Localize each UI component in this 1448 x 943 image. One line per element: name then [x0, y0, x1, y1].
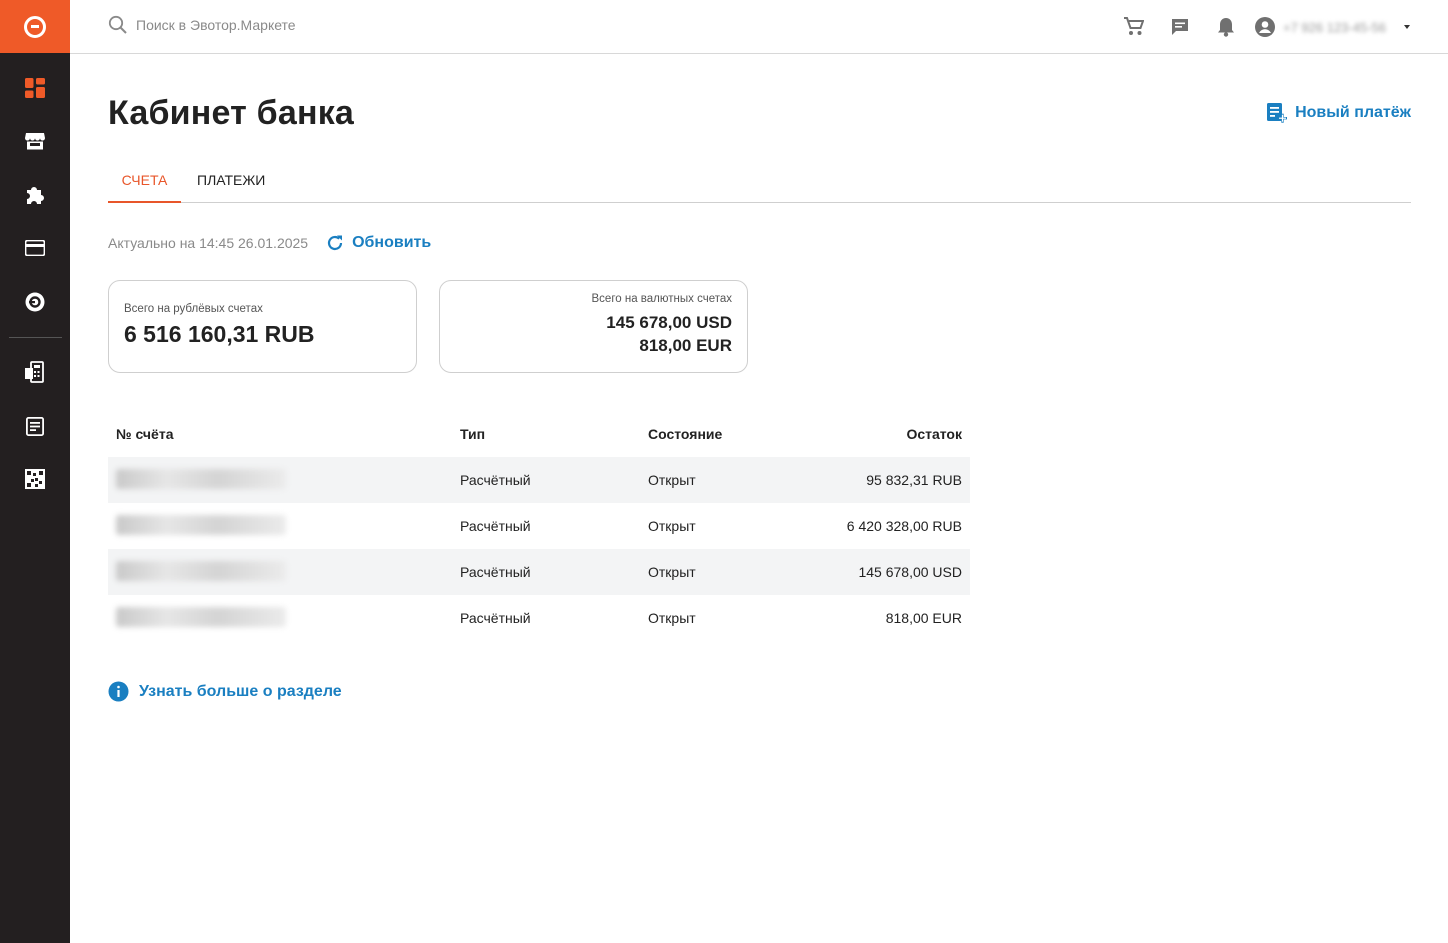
table-header: № счёта Тип Состояние Остаток	[108, 411, 970, 457]
chat-icon	[1171, 19, 1188, 35]
table-row[interactable]: Расчётный Открыт 145 678,00 USD	[108, 549, 970, 595]
accounts-table: № счёта Тип Состояние Остаток Расчётный …	[108, 411, 970, 641]
column-account: № счёта	[116, 426, 174, 442]
account-state: Открыт	[648, 610, 696, 626]
new-payment-label: Новый платёж	[1295, 104, 1411, 121]
column-type: Тип	[460, 426, 486, 442]
currency-total-card: Всего на валютных счетах 145 678,00 USD …	[439, 280, 748, 373]
rub-total-card: Всего на рублёвых счетах 6 516 160,31 RU…	[108, 280, 417, 373]
blurred-account-number	[116, 606, 286, 627]
account-balance: 95 832,31 RUB	[866, 472, 962, 488]
chevron-down-icon	[1404, 25, 1410, 29]
info-icon	[108, 681, 129, 702]
account-number	[108, 468, 460, 492]
table-row[interactable]: Расчётный Открыт 818,00 EUR	[108, 595, 970, 641]
account-icon	[1254, 17, 1275, 37]
learn-more-link[interactable]: Узнать больше о разделе	[108, 681, 342, 702]
refresh-label: Обновить	[352, 234, 432, 251]
add-document-icon	[1267, 103, 1288, 123]
tab-accounts[interactable]: СЧЕТА	[108, 158, 181, 203]
table-row[interactable]: Расчётный Открыт 95 832,31 RUB	[108, 457, 970, 503]
receipt-icon	[26, 416, 44, 436]
rub-total-value: 6 516 160,31 RUB	[124, 321, 315, 347]
account-balance: 6 420 328,00 RUB	[846, 518, 962, 534]
sidebar-item-dashboard[interactable]	[0, 68, 70, 108]
account-number	[108, 560, 460, 584]
search-box[interactable]: Поиск в Эвотор.Маркете	[108, 15, 296, 35]
sidebar-item-apps[interactable]	[0, 175, 70, 215]
search-input[interactable]: Поиск в Эвотор.Маркете	[136, 17, 296, 33]
sidebar	[0, 0, 70, 943]
currency-total-label: Всего на валютных счетах	[591, 293, 733, 305]
user-menu[interactable]: +7 926 123-45-56	[1254, 17, 1410, 37]
tabs: СЧЕТА ПЛАТЕЖИ	[108, 158, 1411, 203]
sidebar-item-store[interactable]	[0, 121, 70, 161]
sidebar-item-documents[interactable]	[0, 406, 70, 446]
account-state: Открыт	[648, 472, 696, 488]
eur-total-value: 818,00 EUR	[639, 336, 732, 355]
account-state: Открыт	[648, 564, 696, 580]
new-payment-button[interactable]: Новый платёж	[1266, 102, 1411, 124]
account-type: Расчётный	[460, 610, 531, 626]
store-icon	[25, 133, 45, 150]
blurred-account-number	[116, 468, 286, 489]
notifications-button[interactable]	[1203, 0, 1249, 54]
account-state: Открыт	[648, 518, 696, 534]
account-number	[108, 606, 460, 630]
column-state: Состояние	[648, 426, 723, 442]
card-icon	[25, 240, 45, 256]
status-line: Актуально на 14:45 26.01.2025 Обновить	[108, 234, 431, 252]
refresh-button[interactable]: Обновить	[326, 234, 431, 252]
blurred-account-number	[116, 514, 286, 535]
tab-payments[interactable]: ПЛАТЕЖИ	[197, 158, 265, 203]
qr-code-icon	[25, 469, 45, 489]
account-balance: 145 678,00 USD	[858, 564, 962, 580]
sidebar-divider	[9, 337, 62, 338]
account-type: Расчётный	[460, 472, 531, 488]
dashboard-icon	[25, 78, 45, 98]
evotor-icon	[25, 292, 45, 312]
column-balance: Остаток	[906, 426, 962, 442]
messages-button[interactable]	[1157, 0, 1203, 54]
search-icon	[108, 15, 127, 34]
account-type: Расчётный	[460, 564, 531, 580]
puzzle-icon	[27, 187, 44, 204]
usd-total-value: 145 678,00 USD	[606, 313, 732, 332]
cart-icon	[1123, 17, 1144, 35]
blurred-account-number	[116, 560, 286, 581]
sidebar-item-terminals[interactable]	[0, 352, 70, 392]
last-updated-text: Актуально на 14:45 26.01.2025	[108, 235, 309, 251]
top-bar: Поиск в Эвотор.Маркете +7 926 123-45-56	[70, 0, 1448, 54]
account-balance: 818,00 EUR	[885, 610, 962, 626]
sidebar-item-marking[interactable]	[0, 459, 70, 499]
account-type: Расчётный	[460, 518, 531, 534]
rub-total-label: Всего на рублёвых счетах	[124, 303, 263, 315]
evotor-logo[interactable]	[0, 0, 70, 53]
table-row[interactable]: Расчётный Открыт 6 420 328,00 RUB	[108, 503, 970, 549]
account-number	[108, 514, 460, 538]
user-phone: +7 926 123-45-56	[1282, 19, 1386, 35]
refresh-icon	[328, 235, 343, 251]
bell-icon	[1217, 18, 1234, 37]
learn-more-label: Узнать больше о разделе	[139, 682, 342, 700]
cash-register-icon	[25, 361, 44, 383]
sidebar-item-payments[interactable]	[0, 228, 70, 268]
evotor-logo-icon	[24, 15, 46, 38]
page-title: Кабинет банка	[108, 94, 355, 132]
sidebar-item-evotor[interactable]	[0, 282, 70, 322]
cart-button[interactable]	[1111, 0, 1157, 54]
